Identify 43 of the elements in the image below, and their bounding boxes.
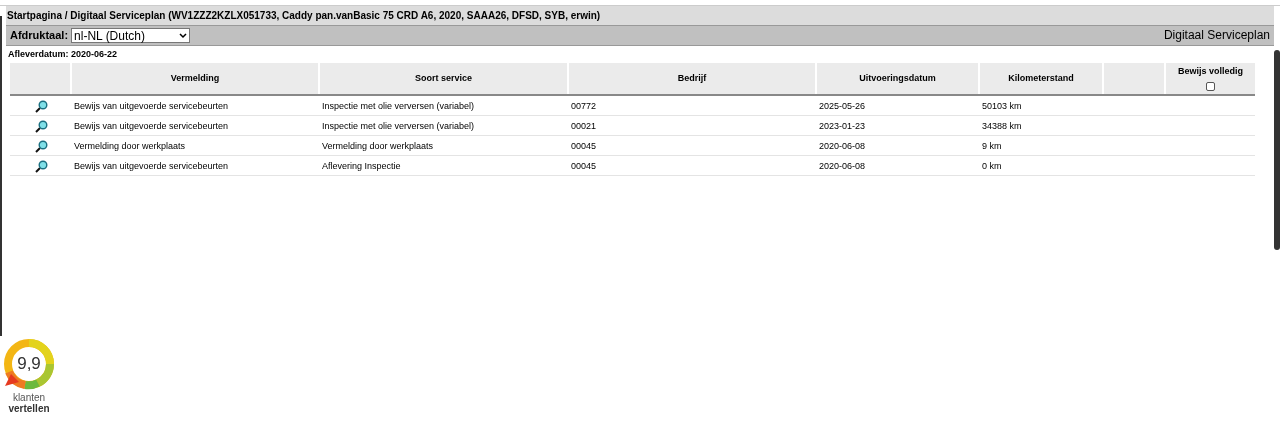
rating-ring-icon bbox=[3, 338, 55, 390]
table-cell: 2025-05-26 bbox=[819, 101, 866, 112]
magnifier-icon[interactable] bbox=[34, 99, 48, 114]
chevron-down-icon bbox=[179, 32, 188, 39]
rating-caption: klanten bbox=[12, 392, 46, 403]
page-title: Digitaal Serviceplan bbox=[1163, 27, 1270, 44]
column-header: Vermelding bbox=[72, 63, 320, 94]
table-cell: 00045 bbox=[571, 141, 597, 152]
table-cell: 00772 bbox=[571, 101, 597, 112]
table-cell: Vermelding door werkplaats bbox=[74, 141, 186, 152]
table-cell: Bewijs van uitgevoerde servicebeurten bbox=[74, 101, 229, 112]
magnifier-icon[interactable] bbox=[34, 119, 48, 134]
print-language-label: Afdruktaal: bbox=[10, 28, 69, 44]
table-cell: Vermelding door werkplaats bbox=[322, 141, 434, 152]
table-cell: Aflevering Inspectie bbox=[322, 161, 401, 172]
table-cell: 2020-06-08 bbox=[819, 161, 866, 172]
table-cell: 00021 bbox=[571, 121, 597, 132]
table-cell: Inspectie met olie verversen (variabel) bbox=[322, 101, 475, 112]
table-cell: 34388 km bbox=[982, 121, 1022, 132]
table-cell: Inspectie met olie verversen (variabel) bbox=[322, 121, 475, 132]
table-cell: 9 km bbox=[982, 141, 1002, 152]
column-header: Bedrijf bbox=[569, 63, 817, 94]
table-cell: Bewijs van uitgevoerde servicebeurten bbox=[74, 161, 229, 172]
table-cell: 2023-01-23 bbox=[819, 121, 866, 132]
rating-score: 9,9 bbox=[17, 354, 41, 374]
breadcrumb[interactable]: Startpagina / Digitaal Serviceplan (WV1ZZZ2KZLX051733, Caddy pan.vanBasic 75 CRD A6, 2020, SAAA26, DFSD, SYB, erwin) bbox=[7, 8, 601, 23]
table-cell: 50103 km bbox=[982, 101, 1022, 112]
proof-checkbox[interactable] bbox=[1206, 81, 1215, 91]
table-cell: 00045 bbox=[571, 161, 597, 172]
rating-badge[interactable]: 9,9 klanten vertellen bbox=[2, 338, 56, 414]
table-cell: 0 km bbox=[982, 161, 1002, 172]
column-header: Soort service bbox=[320, 63, 569, 94]
table-cell: 2020-06-08 bbox=[819, 141, 866, 152]
magnifier-icon[interactable] bbox=[34, 139, 48, 154]
column-header: Kilometerstand bbox=[980, 63, 1104, 94]
column-header: Uitvoeringsdatum bbox=[817, 63, 980, 94]
delivery-date: Afleverdatum: 2020-06-22 bbox=[8, 47, 118, 61]
header-cell bbox=[10, 63, 72, 94]
rating-caption: vertellen bbox=[8, 403, 50, 414]
magnifier-icon[interactable] bbox=[34, 159, 48, 174]
proof-complete-label: Bewijs volledig bbox=[1178, 65, 1243, 78]
table-cell: Bewijs van uitgevoerde servicebeurten bbox=[74, 121, 229, 132]
language-select[interactable]: nl-NL (Dutch) bbox=[71, 28, 191, 43]
